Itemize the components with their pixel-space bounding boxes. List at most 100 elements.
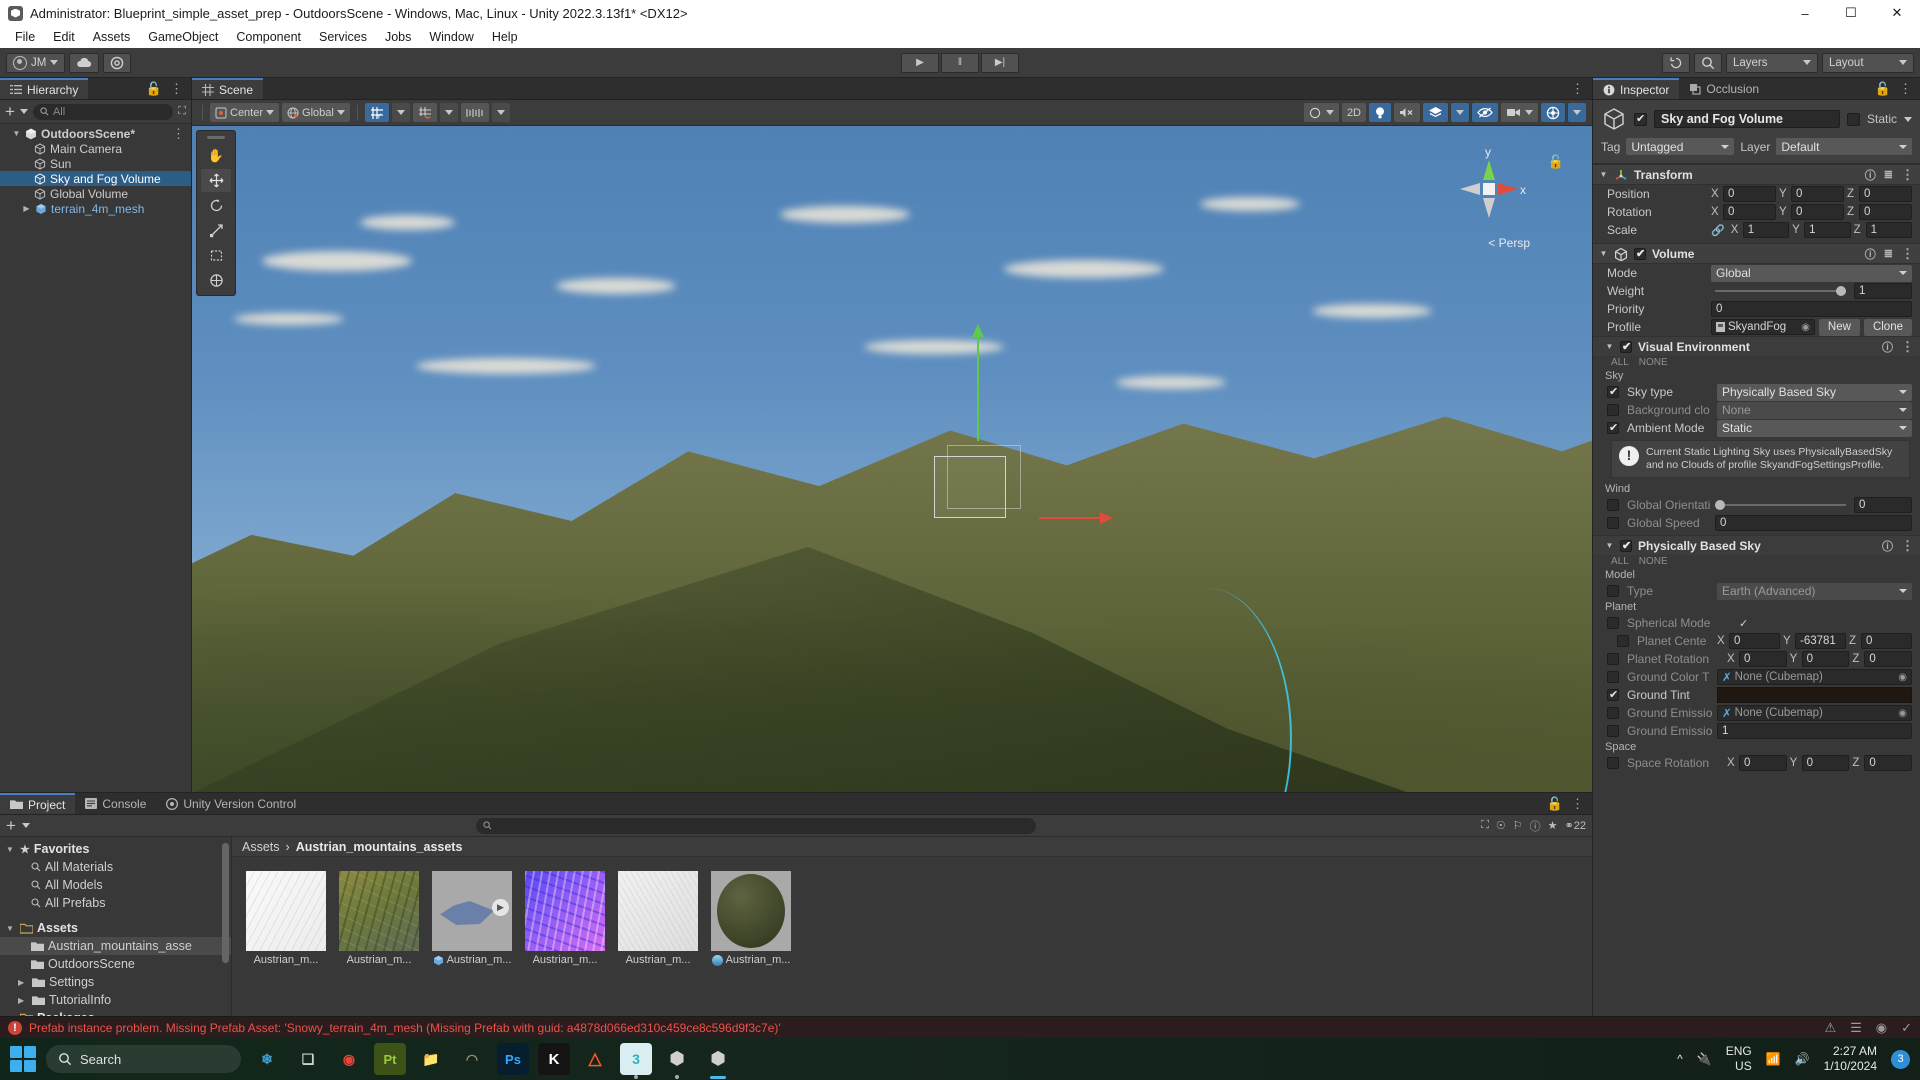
none-toggle[interactable]: NONE xyxy=(1639,556,1668,567)
status-bar[interactable]: ! Prefab instance problem. Missing Prefa… xyxy=(0,1016,1920,1038)
scene-lighting-toggle[interactable] xyxy=(1369,103,1391,122)
rotate-tool-icon[interactable] xyxy=(201,194,231,217)
ambient-mode-dropdown[interactable]: Static xyxy=(1717,419,1912,437)
move-tool-icon[interactable] xyxy=(201,169,231,192)
tray-expand-icon[interactable]: ^ xyxy=(1677,1052,1683,1066)
help-icon[interactable]: ⓘ xyxy=(1882,339,1893,355)
ambient-mode-override-checkbox[interactable] xyxy=(1607,421,1619,434)
scene-orientation-gizmo[interactable]: y x xyxy=(1444,144,1534,234)
space-rotation-z-input[interactable]: 0 xyxy=(1864,755,1913,772)
filter-warning-icon[interactable]: ⓘ xyxy=(1530,818,1541,834)
menu-help[interactable]: Help xyxy=(483,28,527,46)
notification-badge[interactable]: 3 xyxy=(1891,1049,1910,1069)
taskbar-app-photoshop-pt[interactable]: Pt xyxy=(374,1043,406,1075)
ground-tint-override-checkbox[interactable] xyxy=(1607,688,1619,702)
play-button[interactable]: ▶ xyxy=(901,52,939,73)
tree-item-all-models[interactable]: All Models xyxy=(0,876,231,894)
planet-rotation-y-input[interactable]: 0 xyxy=(1801,651,1850,668)
layout-dropdown[interactable]: Layout xyxy=(1822,52,1914,73)
tab-scene[interactable]: Scene xyxy=(192,78,264,99)
component-header-transform[interactable]: ▼ Transform ⓘ ≣ ⋮ xyxy=(1593,164,1920,185)
tab-inspector[interactable]: Inspector xyxy=(1593,78,1680,99)
hierarchy-item-sun[interactable]: Sun xyxy=(0,156,191,171)
tag-dropdown[interactable]: Untagged xyxy=(1626,138,1735,155)
volume-weight-input[interactable]: 1 xyxy=(1854,283,1912,299)
grid-magnet-toggle[interactable] xyxy=(412,103,437,122)
account-button[interactable]: JM xyxy=(6,52,66,73)
preview-play-icon[interactable]: ▶ xyxy=(492,899,509,916)
scene-camera-button[interactable] xyxy=(1501,103,1538,122)
taskbar-app-sandals[interactable]: ❄ xyxy=(251,1043,283,1075)
pause-button[interactable]: ‖ xyxy=(941,52,979,73)
transform-tool-icon[interactable] xyxy=(201,269,231,292)
ground-color-override-checkbox[interactable] xyxy=(1607,671,1619,684)
volume-mode-dropdown[interactable]: Global xyxy=(1711,264,1912,282)
overlay-drag-handle[interactable] xyxy=(207,136,225,139)
global-orientation-input[interactable]: 0 xyxy=(1854,497,1912,514)
asset-item[interactable]: Austrian_m... xyxy=(525,871,605,966)
scene-gizmos-toggle[interactable] xyxy=(1541,103,1565,122)
taskbar-app-brave[interactable]: △ xyxy=(579,1043,611,1075)
hierarchy-menu-icon[interactable]: ⋮ xyxy=(170,82,183,95)
sky-type-dropdown[interactable]: Physically Based Sky xyxy=(1717,383,1912,401)
object-picker-icon[interactable]: ◉ xyxy=(1898,708,1907,719)
layer-dropdown[interactable]: Default xyxy=(1776,138,1912,155)
profile-clone-button[interactable]: Clone xyxy=(1863,318,1912,336)
asset-grid[interactable]: Austrian_m... Austrian_m... ▶ Austrian_m… xyxy=(232,857,1592,1022)
space-rotation-x-input[interactable]: 0 xyxy=(1739,755,1787,772)
position-z-input[interactable]: 0 xyxy=(1859,186,1912,202)
scale-x-input[interactable]: 1 xyxy=(1742,222,1790,238)
close-button[interactable]: ✕ xyxy=(1874,0,1920,26)
projection-mode-label[interactable]: < Persp xyxy=(1488,236,1530,250)
scene-visibility-toggle[interactable] xyxy=(1472,103,1498,122)
disclosure-triangle-icon[interactable]: ▼ xyxy=(12,129,21,138)
component-menu-icon[interactable]: ⋮ xyxy=(1901,168,1914,181)
hierarchy-item-global-volume[interactable]: Global Volume xyxy=(0,186,191,201)
grid-ruler-toggle[interactable] xyxy=(460,103,489,122)
tab-project[interactable]: Project xyxy=(0,793,76,814)
preset-icon[interactable]: ≣ xyxy=(1884,168,1893,181)
tree-item-assets[interactable]: ▼ Assets xyxy=(0,919,231,937)
planet-center-z-input[interactable]: 0 xyxy=(1861,633,1912,650)
disclosure-triangle-icon[interactable]: ▼ xyxy=(1599,170,1608,179)
ground-emission-texture-field[interactable]: ✗ None (Cubemap) ◉ xyxy=(1717,705,1912,722)
visual-environment-enabled-checkbox[interactable] xyxy=(1620,340,1632,353)
scale-y-input[interactable]: 1 xyxy=(1804,222,1851,238)
menu-jobs[interactable]: Jobs xyxy=(376,28,420,46)
help-icon[interactable]: ⓘ xyxy=(1865,246,1876,262)
component-menu-icon[interactable]: ⋮ xyxy=(1901,247,1914,260)
slider-handle[interactable] xyxy=(1836,286,1846,296)
search-button[interactable] xyxy=(1694,52,1722,73)
move-gizmo-y-axis[interactable] xyxy=(972,323,985,441)
hierarchy-search-input[interactable]: All xyxy=(32,103,174,120)
pbs-enabled-checkbox[interactable] xyxy=(1620,539,1632,552)
scale-tool-icon[interactable] xyxy=(201,219,231,242)
layers-dropdown[interactable]: Layers xyxy=(1726,52,1818,73)
scene-audio-toggle[interactable] xyxy=(1394,103,1420,122)
pbs-type-dropdown[interactable]: Earth (Advanced) xyxy=(1717,582,1912,600)
taskbar-app-file-explorer-alt[interactable]: ❏ xyxy=(292,1043,324,1075)
disclosure-triangle-icon[interactable]: ▶ xyxy=(18,996,28,1005)
taskbar-app-unity-hub[interactable]: 3 xyxy=(620,1043,652,1075)
tab-console[interactable]: Console xyxy=(75,793,156,814)
handle-space-dropdown[interactable]: Global xyxy=(282,103,350,122)
disclosure-triangle-icon[interactable]: ▶ xyxy=(22,204,31,213)
move-gizmo-x-axis[interactable] xyxy=(1039,511,1113,524)
preset-icon[interactable]: ≣ xyxy=(1884,247,1893,260)
planet-rotation-x-input[interactable]: 0 xyxy=(1739,651,1787,668)
filter-label-icon[interactable]: ⚐ xyxy=(1513,819,1523,832)
input-language[interactable]: ENG US xyxy=(1726,1044,1752,1074)
hand-tool-icon[interactable]: ✋ xyxy=(201,144,231,167)
taskbar-app-photoshop[interactable]: Ps xyxy=(497,1043,529,1075)
planet-rotation-z-input[interactable]: 0 xyxy=(1864,651,1913,668)
scene-menu-icon[interactable]: ⋮ xyxy=(1571,82,1584,95)
check-circle-icon[interactable]: ✓ xyxy=(1901,1020,1912,1036)
hierarchy-item-outdoorsscene[interactable]: ▼ OutdoorsScene* ⋮ xyxy=(0,126,191,141)
gameobject-icon[interactable] xyxy=(1601,106,1627,132)
filter-favorite-icon[interactable]: ★ xyxy=(1548,819,1558,832)
tab-occlusion[interactable]: Occlusion xyxy=(1679,78,1769,99)
pbs-type-override-checkbox[interactable] xyxy=(1607,585,1619,598)
hierarchy-item-sky-and-fog-volume[interactable]: Sky and Fog Volume xyxy=(0,171,191,186)
tree-item-all-materials[interactable]: All Materials xyxy=(0,858,231,876)
search-packages-icon[interactable]: ⛶ xyxy=(1481,819,1489,832)
